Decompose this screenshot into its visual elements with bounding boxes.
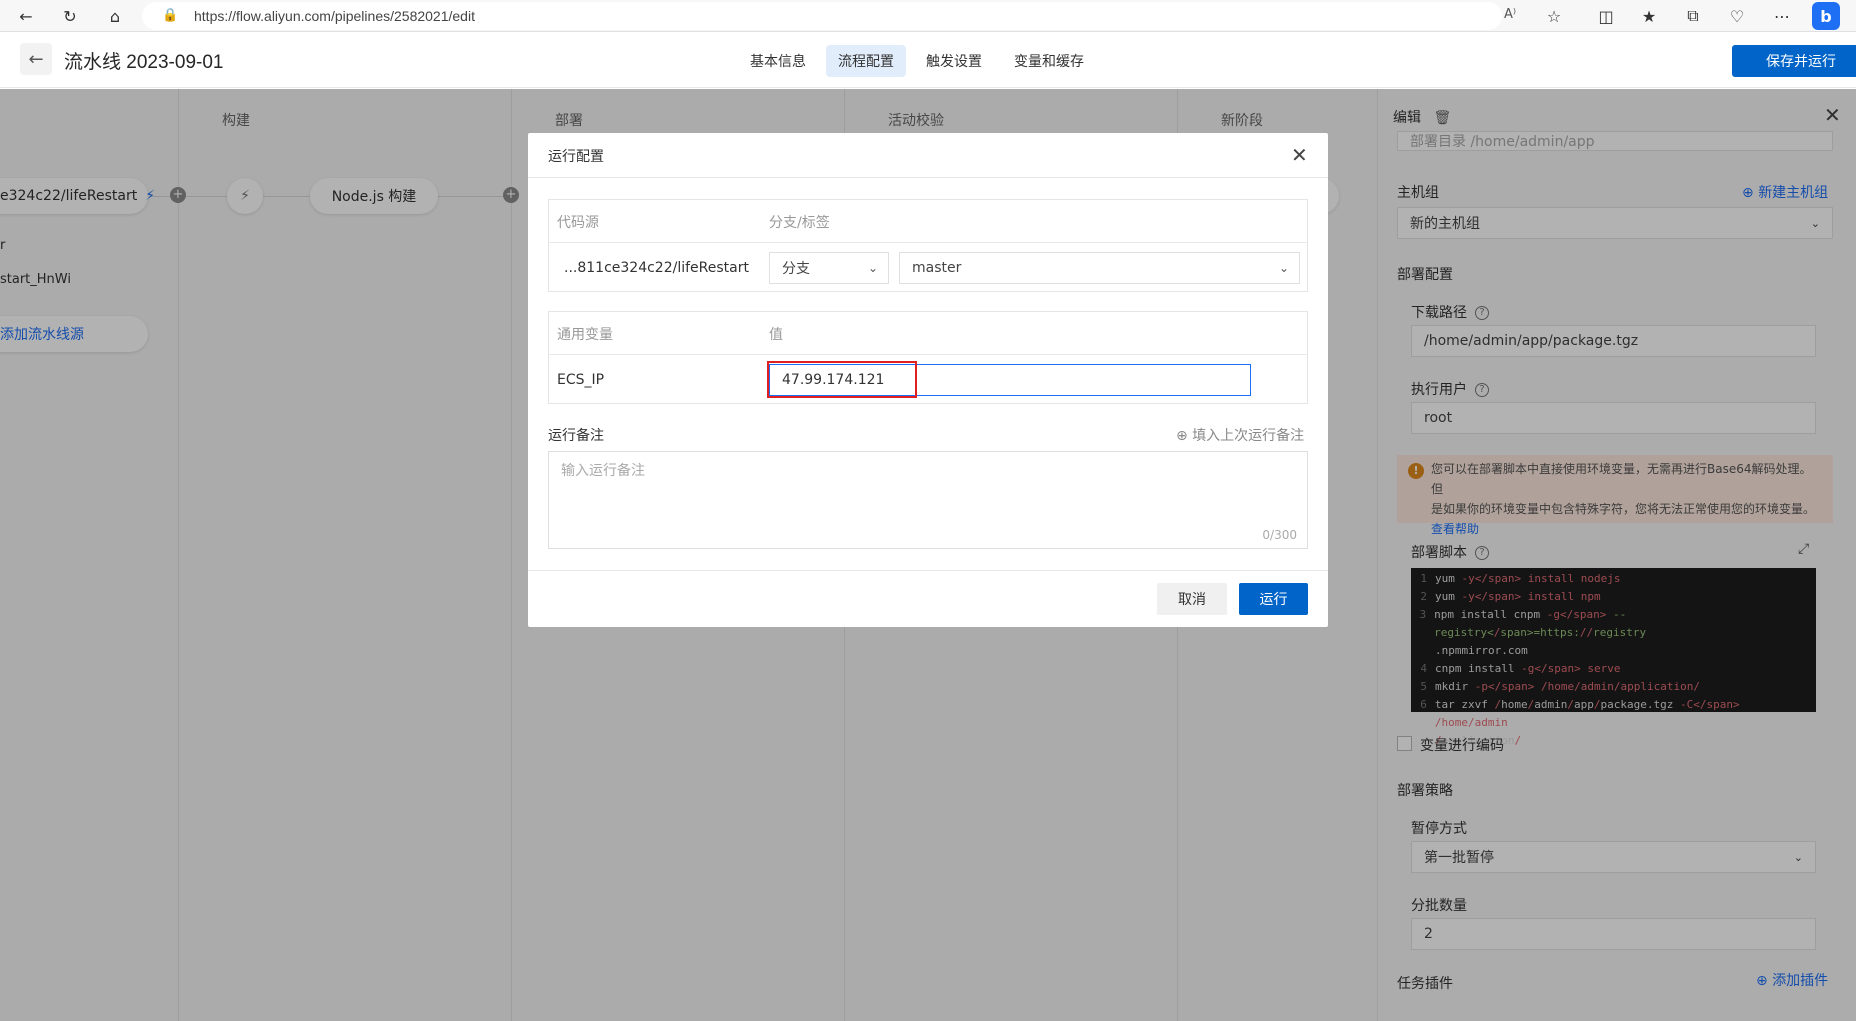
extensions-icon[interactable]: ♡ [1725, 4, 1749, 28]
back-button[interactable]: ← [20, 43, 52, 75]
collections-icon[interactable]: ⧉ [1681, 4, 1705, 28]
source-header: 代码源 [557, 215, 599, 231]
back-arrow-icon[interactable]: ← [14, 4, 38, 28]
divider [549, 354, 1307, 355]
note-placeholder: 输入运行备注 [561, 463, 645, 479]
save-and-run-button[interactable]: 保存并运行 [1732, 45, 1856, 77]
more-icon[interactable]: ⋯ [1770, 4, 1794, 28]
divider [528, 177, 1328, 178]
tab-basic-info[interactable]: 基本信息 [738, 45, 818, 77]
plus-circle-icon: ⊕ [1176, 428, 1188, 444]
tab-bar: 基本信息 流程配置 触发设置 变量和缓存 [738, 45, 1096, 77]
browser-toolbar: ← ↻ ⌂ 🔒 https://flow.aliyun.com/pipeline… [0, 0, 1856, 32]
run-config-dialog: 运行配置 ✕ 代码源 分支/标签 ...811ce324c22/lifeRest… [528, 133, 1328, 627]
chevron-down-icon: ⌄ [867, 261, 878, 275]
bing-icon[interactable]: b [1812, 2, 1840, 30]
branch-type-select[interactable]: 分支 ⌄ [769, 252, 889, 284]
source-table: 代码源 分支/标签 ...811ce324c22/lifeRestart 分支 ⌄… [548, 199, 1308, 292]
divider [549, 242, 1307, 243]
divider [528, 570, 1328, 571]
branch-select[interactable]: master ⌄ [899, 252, 1300, 284]
value-header: 值 [769, 327, 783, 343]
variable-name: ECS_IP [557, 372, 605, 388]
note-label: 运行备注 [548, 428, 604, 444]
fill-last-note-link[interactable]: ⊕ 填入上次运行备注 [1176, 425, 1304, 445]
app-header: ← 流水线 2023-09-01 基本信息 流程配置 触发设置 变量和缓存 保存… [0, 33, 1856, 88]
tab-variables-cache[interactable]: 变量和缓存 [1002, 45, 1096, 77]
branch-header: 分支/标签 [769, 215, 830, 231]
variables-table: 通用变量 值 ECS_IP 47.99.174.121 [548, 311, 1308, 404]
close-icon[interactable]: ✕ [1291, 143, 1308, 167]
favorite-star-icon[interactable]: ☆ [1542, 4, 1566, 28]
tab-trigger-settings[interactable]: 触发设置 [914, 45, 994, 77]
refresh-icon[interactable]: ↻ [58, 4, 82, 28]
home-icon[interactable]: ⌂ [103, 4, 127, 28]
dialog-title: 运行配置 [548, 149, 604, 165]
favorites-icon[interactable]: ★ [1637, 4, 1661, 28]
read-aloud-icon[interactable]: A⁾ [1504, 7, 1516, 22]
split-screen-icon[interactable]: ◫ [1594, 4, 1618, 28]
address-bar[interactable]: 🔒 https://flow.aliyun.com/pipelines/2582… [142, 2, 1516, 30]
lock-icon: 🔒 [162, 8, 179, 23]
highlight-box [767, 361, 917, 398]
chevron-down-icon: ⌄ [1278, 261, 1289, 275]
note-textarea[interactable]: 输入运行备注 0/300 [548, 451, 1308, 549]
page-title: 流水线 2023-09-01 [64, 52, 224, 73]
tab-flow-config[interactable]: 流程配置 [826, 45, 906, 77]
source-value: ...811ce324c22/lifeRestart [564, 260, 749, 276]
run-button[interactable]: 运行 [1239, 583, 1308, 615]
variable-header: 通用变量 [557, 327, 613, 343]
url-text: https://flow.aliyun.com/pipelines/258202… [194, 8, 475, 24]
note-counter: 0/300 [1262, 528, 1297, 542]
cancel-button[interactable]: 取消 [1157, 583, 1227, 615]
